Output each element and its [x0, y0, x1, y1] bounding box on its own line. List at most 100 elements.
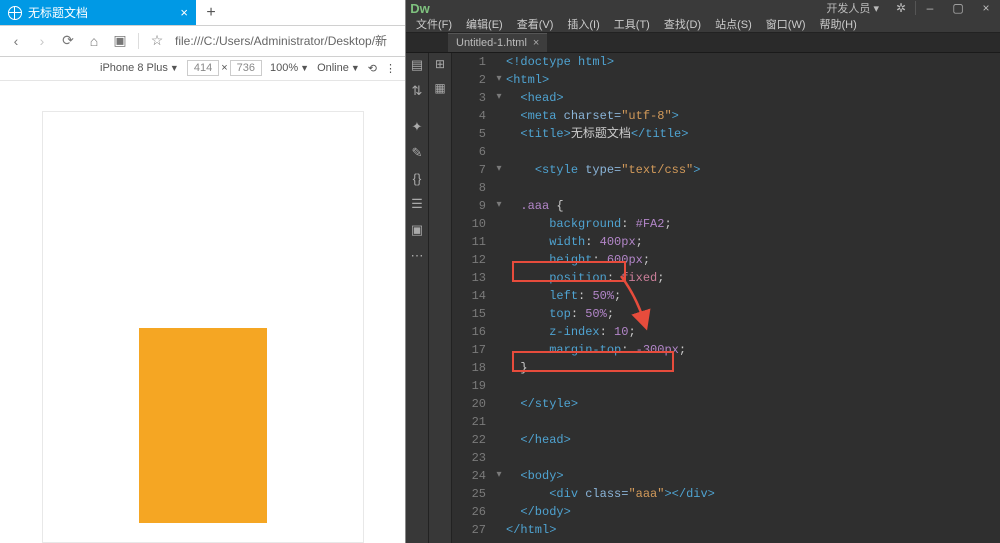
- forward-icon[interactable]: ›: [34, 33, 50, 49]
- code-line[interactable]: 8: [452, 179, 1000, 197]
- code-line[interactable]: 2▾<html>: [452, 71, 1000, 89]
- zoom-select[interactable]: 100%▼: [270, 62, 309, 74]
- menu-item[interactable]: 站点(S): [715, 16, 752, 32]
- gutter: 12: [452, 251, 492, 269]
- code-line[interactable]: 14 left: 50%;: [452, 287, 1000, 305]
- tab-close-icon[interactable]: ×: [180, 5, 188, 20]
- menu-item[interactable]: 查找(D): [664, 16, 701, 32]
- gutter: 28: [452, 539, 492, 543]
- gutter: 16: [452, 323, 492, 341]
- online-select[interactable]: Online▼: [317, 62, 360, 74]
- code-line[interactable]: 25 <div class="aaa"></div>: [452, 485, 1000, 503]
- file-tab[interactable]: Untitled-1.html ×: [448, 33, 547, 52]
- new-tab-button[interactable]: +: [196, 0, 226, 25]
- code-line[interactable]: 15 top: 50%;: [452, 305, 1000, 323]
- code-line[interactable]: 9▾ .aaa {: [452, 197, 1000, 215]
- fold-icon: [492, 53, 506, 71]
- device-select[interactable]: iPhone 8 Plus▼: [100, 62, 179, 74]
- rail-icon[interactable]: ✦: [412, 119, 423, 135]
- code-line[interactable]: 19: [452, 377, 1000, 395]
- code-line[interactable]: 23: [452, 449, 1000, 467]
- fold-icon: [492, 287, 506, 305]
- code-line[interactable]: 18 }: [452, 359, 1000, 377]
- code-line[interactable]: 7▾ <style type="text/css">: [452, 161, 1000, 179]
- fold-icon[interactable]: ▾: [492, 71, 506, 89]
- workspace-select[interactable]: 开发人员 ▾: [818, 0, 887, 16]
- code-line[interactable]: 13 position: fixed;: [452, 269, 1000, 287]
- fold-icon: [492, 377, 506, 395]
- code-line[interactable]: 20 </style>: [452, 395, 1000, 413]
- code-line[interactable]: 26 </body>: [452, 503, 1000, 521]
- minimize-button[interactable]: –: [916, 1, 944, 15]
- width-input[interactable]: 414: [187, 60, 219, 76]
- gutter: 3: [452, 89, 492, 107]
- gutter: 9: [452, 197, 492, 215]
- code-text: left: 50%;: [506, 287, 621, 305]
- rail-icon[interactable]: ⊞: [435, 57, 445, 71]
- code-text: <html>: [506, 71, 549, 89]
- rotate-icon[interactable]: ⟲: [368, 62, 377, 75]
- fold-icon: [492, 233, 506, 251]
- fold-icon: [492, 251, 506, 269]
- rail-more-icon[interactable]: ⋯: [411, 248, 424, 264]
- fold-icon[interactable]: ▾: [492, 89, 506, 107]
- rail-icon[interactable]: ✎: [412, 145, 423, 161]
- home-icon[interactable]: ⌂: [86, 33, 102, 49]
- code-line[interactable]: 10 background: #FA2;: [452, 215, 1000, 233]
- rail-icon[interactable]: ☰: [411, 196, 423, 212]
- code-editor[interactable]: 1<!doctype html>2▾<html>3▾ <head>4 <meta…: [452, 53, 1000, 543]
- code-line[interactable]: 11 width: 400px;: [452, 233, 1000, 251]
- code-text: background: #FA2;: [506, 215, 672, 233]
- url-text[interactable]: file:///C:/Users/Administrator/Desktop/新: [175, 32, 397, 49]
- close-button[interactable]: ×: [972, 1, 1000, 15]
- menu-item[interactable]: 插入(I): [567, 16, 599, 32]
- gutter: 2: [452, 71, 492, 89]
- menu-item[interactable]: 文件(F): [416, 16, 452, 32]
- code-line[interactable]: 4 <meta charset="utf-8">: [452, 107, 1000, 125]
- rail-icon[interactable]: ▦: [434, 81, 445, 95]
- code-line[interactable]: 6: [452, 143, 1000, 161]
- gutter: 11: [452, 233, 492, 251]
- code-line[interactable]: 12 height: 600px;: [452, 251, 1000, 269]
- fold-icon: [492, 323, 506, 341]
- gear-icon[interactable]: ✲: [887, 1, 915, 15]
- code-line[interactable]: 24▾ <body>: [452, 467, 1000, 485]
- code-line[interactable]: 5 <title>无标题文档</title>: [452, 125, 1000, 143]
- fold-icon[interactable]: ▾: [492, 197, 506, 215]
- menu-item[interactable]: 查看(V): [517, 16, 554, 32]
- sidepanel-icon[interactable]: ▣: [112, 33, 128, 49]
- star-icon[interactable]: ☆: [149, 33, 165, 49]
- height-input[interactable]: 736: [230, 60, 262, 76]
- menu-item[interactable]: 工具(T): [614, 16, 650, 32]
- back-icon[interactable]: ‹: [8, 33, 24, 49]
- code-line[interactable]: 17 margin-top: -300px;: [452, 341, 1000, 359]
- fold-icon[interactable]: ▾: [492, 161, 506, 179]
- code-line[interactable]: 1<!doctype html>: [452, 53, 1000, 71]
- rail-icon[interactable]: ⇅: [412, 83, 423, 99]
- menu-item[interactable]: 编辑(E): [466, 16, 503, 32]
- code-line[interactable]: 3▾ <head>: [452, 89, 1000, 107]
- code-line[interactable]: 22 </head>: [452, 431, 1000, 449]
- code-text: <head>: [506, 89, 564, 107]
- fold-icon[interactable]: ▾: [492, 467, 506, 485]
- file-tab-close-icon[interactable]: ×: [533, 37, 539, 49]
- rail-icon[interactable]: {}: [413, 171, 422, 186]
- code-line[interactable]: 27</html>: [452, 521, 1000, 539]
- app-root: 无标题文档 × + ‹ › ⟳ ⌂ ▣ ☆ file:///C:/Users/A…: [0, 0, 1000, 543]
- fold-icon: [492, 341, 506, 359]
- dw-logo: Dw: [406, 1, 434, 16]
- menu-item[interactable]: 帮助(H): [820, 16, 857, 32]
- code-line[interactable]: 16 z-index: 10;: [452, 323, 1000, 341]
- reload-icon[interactable]: ⟳: [60, 33, 76, 49]
- rail-icon[interactable]: ▣: [411, 222, 423, 238]
- code-line[interactable]: 28: [452, 539, 1000, 543]
- menu-item[interactable]: 窗口(W): [766, 16, 806, 32]
- code-line[interactable]: 21: [452, 413, 1000, 431]
- code-text: margin-top: -300px;: [506, 341, 686, 359]
- more-icon[interactable]: ⋮: [385, 62, 397, 75]
- file-tab-bar: Untitled-1.html ×: [406, 33, 1000, 53]
- maximize-button[interactable]: ▢: [944, 1, 972, 15]
- browser-tab[interactable]: 无标题文档 ×: [0, 0, 196, 25]
- rail-icon[interactable]: ▤: [411, 57, 423, 73]
- gutter: 18: [452, 359, 492, 377]
